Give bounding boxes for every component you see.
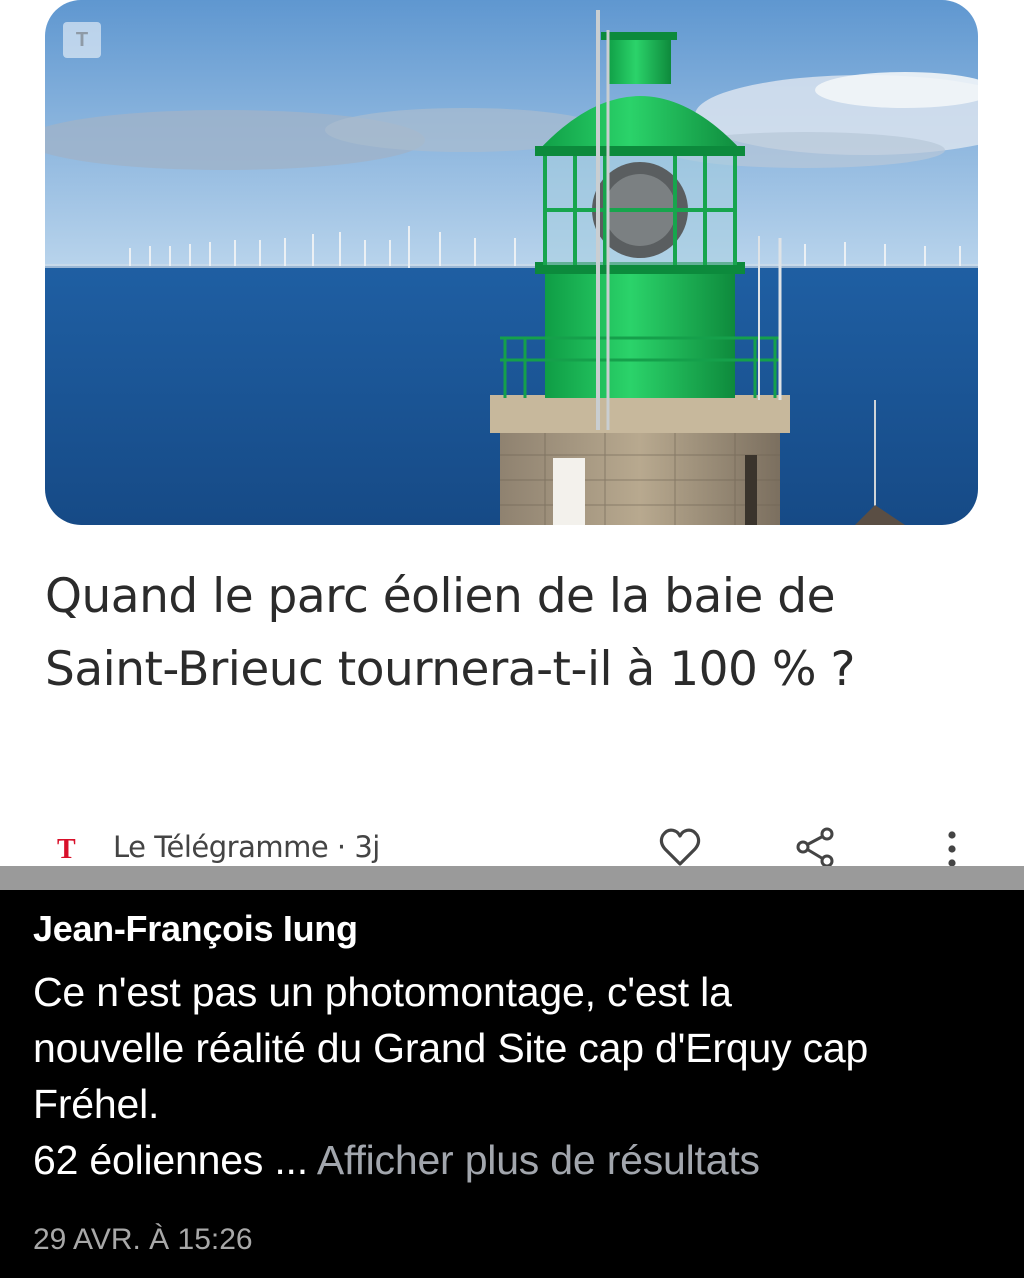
facebook-post-caption: Jean-François Iung Ce n'est pas un photo… <box>0 890 1024 1278</box>
post-text-line: 62 éoliennes ... Afficher plus de résult… <box>33 1132 1008 1188</box>
divider-bar <box>0 866 1024 890</box>
source-badge: T <box>63 22 101 58</box>
publisher-logo: T <box>57 834 76 865</box>
post-text-truncated: 62 éoliennes ... <box>33 1137 308 1183</box>
post-text-line: Ce n'est pas un photomontage, c'est la <box>33 969 732 1015</box>
post-text: Ce n'est pas un photomontage, c'est la n… <box>33 964 1008 1188</box>
publisher-name: Le Télégramme <box>113 830 329 864</box>
publisher-line[interactable]: Le Télégramme · 3j <box>113 830 380 864</box>
post-text-line: Fréhel. <box>33 1081 160 1127</box>
post-author[interactable]: Jean-François Iung <box>33 908 358 950</box>
post-text-line: nouvelle réalité du Grand Site cap d'Erq… <box>33 1025 869 1071</box>
article-age: 3j <box>354 830 380 864</box>
lighthouse-photo <box>45 0 978 525</box>
article-image[interactable]: T <box>45 0 978 525</box>
article-headline[interactable]: Quand le parc éolien de la baie de Saint… <box>45 560 965 706</box>
see-more-link[interactable]: Afficher plus de résultats <box>317 1137 760 1183</box>
news-card[interactable]: T Quand le parc éolien de la baie de Sai… <box>0 0 1024 868</box>
post-timestamp: 29 AVR. À 15:26 <box>33 1223 253 1256</box>
